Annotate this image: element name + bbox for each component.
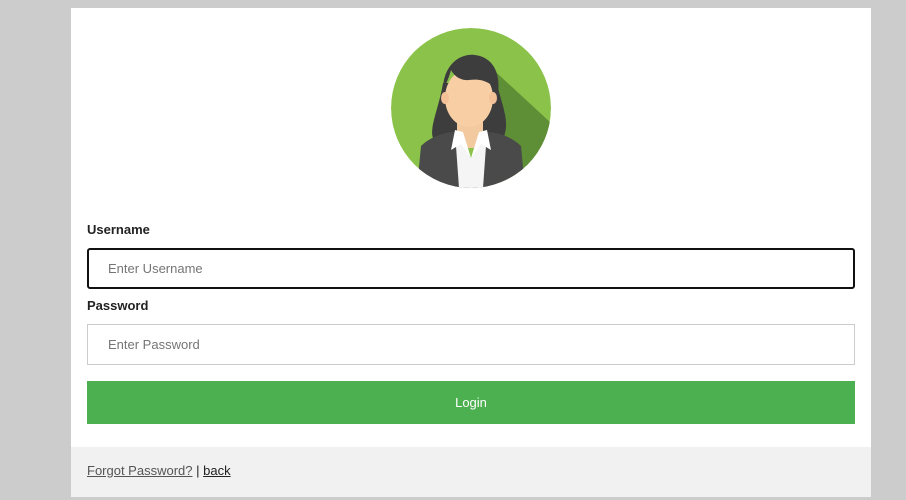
login-footer: Forgot Password? | back xyxy=(71,447,871,497)
forgot-password-link[interactable]: Forgot Password? xyxy=(87,463,193,478)
password-input[interactable] xyxy=(87,324,855,365)
login-button[interactable]: Login xyxy=(87,381,855,424)
password-label: Password xyxy=(87,298,149,313)
login-form: Username Password Login xyxy=(87,222,855,424)
woman-avatar-icon xyxy=(391,28,551,188)
login-card: Username Password Login Forgot Password?… xyxy=(71,8,871,497)
username-input[interactable] xyxy=(87,248,855,289)
footer-separator: | xyxy=(196,463,200,478)
back-link[interactable]: back xyxy=(203,463,230,478)
username-label: Username xyxy=(87,222,150,237)
